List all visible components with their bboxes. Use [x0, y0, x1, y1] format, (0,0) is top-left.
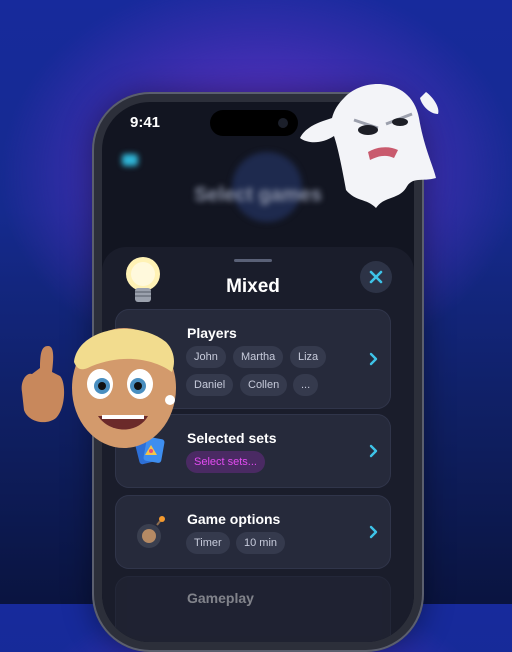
- player-chip: Collen: [240, 374, 288, 396]
- status-time: 9:41: [130, 114, 161, 131]
- gameplay-card[interactable]: Gameplay: [115, 576, 391, 642]
- more-players-chip: ...: [293, 374, 319, 396]
- select-sets-chip[interactable]: Select sets...: [186, 451, 265, 473]
- bomb-icon: [137, 516, 165, 548]
- game-options-card[interactable]: Game options Timer 10 min: [115, 495, 391, 569]
- timer-chip: Timer: [186, 532, 230, 554]
- player-chip: Martha: [233, 346, 284, 368]
- game-options-title: Game options: [187, 511, 281, 527]
- player-chip: John: [186, 346, 226, 368]
- time-value-chip: 10 min: [236, 532, 286, 554]
- player-chip: Daniel: [186, 374, 234, 396]
- selected-sets-title: Selected sets: [187, 430, 277, 446]
- chevron-right-icon: [369, 444, 378, 458]
- sheet-grabber[interactable]: [234, 259, 272, 262]
- ghost-icon: [300, 84, 439, 208]
- player-chip: Liza: [290, 346, 327, 368]
- close-button[interactable]: [360, 261, 392, 293]
- memoji-avatar: [21, 328, 176, 448]
- chevron-right-icon: [369, 352, 378, 366]
- players-title: Players: [187, 325, 237, 341]
- background-icon: [122, 154, 138, 166]
- dynamic-island: [210, 110, 298, 136]
- close-icon: [369, 270, 383, 284]
- chevron-right-icon: [369, 525, 378, 539]
- lightbulb-icon: [126, 257, 160, 302]
